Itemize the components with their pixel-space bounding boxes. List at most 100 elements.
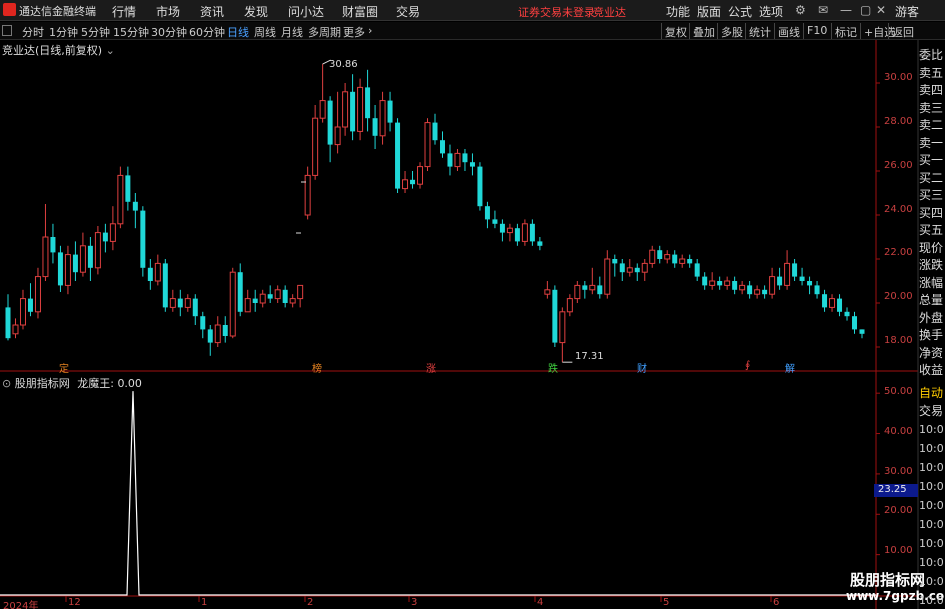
candle-body <box>664 254 671 260</box>
quote-label: 总量 <box>919 293 944 307</box>
candle-body <box>657 250 663 259</box>
candle-body <box>365 87 371 119</box>
chevron-right-icon[interactable]: › <box>368 24 372 37</box>
candle-body <box>492 219 498 224</box>
kline-title-text: 竞业达(日线,前复权) <box>2 44 103 57</box>
tool-stats[interactable]: 统计 <box>745 23 774 39</box>
candle-body <box>544 289 551 295</box>
trade-tab[interactable]: 交易 <box>919 402 943 419</box>
period-multi[interactable]: 多周期 <box>308 24 341 40</box>
tool-overlay[interactable]: 叠加 <box>689 23 718 39</box>
period-5min[interactable]: 5分钟 <box>81 24 110 40</box>
candle-body <box>57 252 63 286</box>
period-weekly[interactable]: 周线 <box>254 24 276 40</box>
event-marker[interactable]: 定 <box>58 360 70 375</box>
quote-label: 外盘 <box>919 310 944 325</box>
menu-discover[interactable]: 发现 <box>244 3 268 20</box>
ind-y-tick: 40.00 <box>884 426 913 437</box>
candle-body <box>334 126 341 146</box>
menu-options[interactable]: 选项 <box>759 3 783 20</box>
menu-wealth[interactable]: 财富圈 <box>342 3 378 20</box>
tool-draw[interactable]: 画线 <box>774 23 803 39</box>
period-30min[interactable]: 30分钟 <box>151 24 187 40</box>
tool-adjust[interactable]: 复权 <box>661 23 690 39</box>
menu-news[interactable]: 资讯 <box>200 3 224 20</box>
tick-time: 10:0 <box>919 461 944 474</box>
period-more[interactable]: 更多 <box>343 24 365 40</box>
kline-title: 竞业达(日线,前复权) ⌄ <box>2 42 115 58</box>
settings-icon[interactable]: ⚙ <box>795 3 806 17</box>
event-marker[interactable]: ∮ <box>744 360 751 371</box>
candle-body <box>64 254 71 286</box>
candle-body <box>372 118 378 136</box>
x-tick: 6 <box>773 597 780 608</box>
candle-body <box>289 298 296 304</box>
period-15min[interactable]: 15分钟 <box>113 24 149 40</box>
candle-body <box>769 276 776 295</box>
chevron-down-icon[interactable]: ⌄ <box>106 44 115 57</box>
candle-body <box>282 289 288 303</box>
candle-body <box>395 122 401 189</box>
candle-body <box>859 329 865 334</box>
minimize-icon[interactable]: — <box>840 3 852 17</box>
x-tick: 12 <box>68 597 81 608</box>
candle-body <box>477 166 483 207</box>
tool-multistock[interactable]: 多股 <box>717 23 746 39</box>
tool-mark[interactable]: 标记 <box>831 23 860 39</box>
period-monthly[interactable]: 月线 <box>281 24 303 40</box>
event-marker[interactable]: 涨 <box>425 360 437 375</box>
event-marker[interactable]: 榜 <box>311 360 323 375</box>
menu-layout[interactable]: 版面 <box>697 3 721 20</box>
quote-label: 卖四 <box>919 83 944 97</box>
menu-quotes[interactable]: 行情 <box>112 3 136 20</box>
candle-body <box>192 298 198 317</box>
candle-body <box>312 117 319 176</box>
candle-body <box>807 281 813 286</box>
candle-body <box>597 285 603 295</box>
candle-body <box>582 285 588 290</box>
candle-body <box>462 153 468 163</box>
event-marker[interactable]: 跌 <box>547 360 559 375</box>
candle-body <box>469 162 475 167</box>
menu-trade[interactable]: 交易 <box>396 3 420 20</box>
sidebar-toggle-icon[interactable] <box>2 25 12 36</box>
period-60min[interactable]: 60分钟 <box>189 24 225 40</box>
candle-body <box>327 100 333 145</box>
maximize-icon[interactable]: ▢ <box>860 3 871 17</box>
guest-label[interactable]: 游客 <box>895 3 919 20</box>
event-marker[interactable]: 解 <box>784 360 796 375</box>
tool-f10[interactable]: F10 <box>803 23 830 39</box>
mail-icon[interactable]: ✉ <box>818 3 828 17</box>
candle-body <box>274 289 281 300</box>
candle-body <box>87 245 93 268</box>
x-tick: 5 <box>663 597 670 608</box>
kline-svg[interactable] <box>0 40 945 609</box>
quote-label: 卖一 <box>919 135 944 150</box>
event-marker[interactable]: 财 <box>636 360 648 375</box>
candle-body <box>27 298 33 312</box>
period-1min[interactable]: 1分钟 <box>49 24 78 40</box>
back-button[interactable]: 返回 <box>888 23 917 39</box>
indicator-toggle-icon[interactable]: ⊙ <box>2 377 11 390</box>
period-tick[interactable]: 分时 <box>22 24 44 40</box>
candle-body <box>439 140 445 154</box>
close-icon[interactable]: ✕ <box>876 3 886 17</box>
quote-label: 收益 <box>919 363 944 377</box>
y-tick: 24.00 <box>884 204 913 215</box>
candle-body <box>537 241 543 246</box>
candle-body <box>626 267 633 273</box>
period-daily[interactable]: 日线 <box>227 24 249 40</box>
chart-area[interactable] <box>0 40 945 609</box>
login-notice[interactable]: 证券交易未登录 <box>518 4 595 20</box>
menu-ask[interactable]: 问小达 <box>288 3 324 20</box>
candle-body <box>612 259 618 264</box>
tick-time: 10:0 <box>919 575 944 588</box>
menu-formula[interactable]: 公式 <box>728 3 752 20</box>
menu-function[interactable]: 功能 <box>666 3 690 20</box>
candle-body <box>762 289 768 295</box>
menu-market[interactable]: 市场 <box>156 3 180 20</box>
x-tick: 2024年 <box>3 601 39 609</box>
candle-body <box>297 284 304 300</box>
candle-body <box>132 201 138 211</box>
auto-toggle[interactable]: 自动 <box>919 384 943 401</box>
